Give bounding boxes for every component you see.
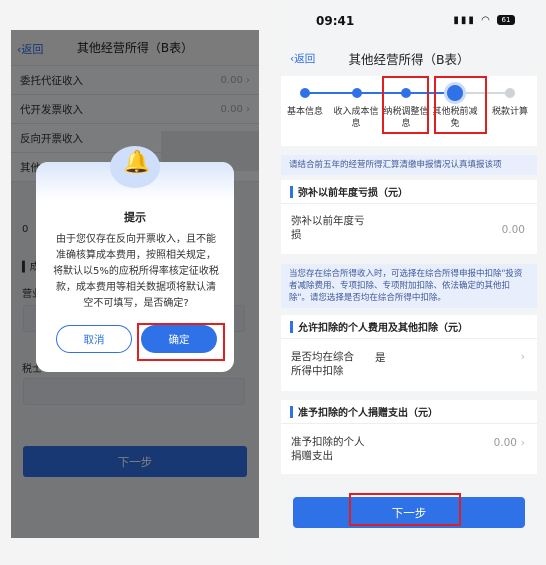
step-dot-3 xyxy=(401,88,411,98)
status-icons: ▮▮▮ ◠ 61 xyxy=(453,15,515,26)
row-deduct-label: 是否均在综合所得中扣除 xyxy=(291,351,354,377)
confirm-dialog: 🔔 提示 由于您仅存在反向开票收入，且不能准确核算成本费用，按照相关规定，将默认… xyxy=(36,146,234,372)
wifi-icon: ◠ xyxy=(481,15,492,26)
row-deduct-in-comprehensive[interactable]: 是否均在综合所得中扣除 是 › xyxy=(281,339,537,391)
right-next-button[interactable]: 下一步 xyxy=(293,497,525,528)
step-label-pretax-reduction[interactable]: 其他税前减免 xyxy=(431,106,479,130)
row-loss-offset-value: 0.00 xyxy=(501,224,525,236)
step-dot-4-current xyxy=(447,85,463,101)
section-loss-offset: 弥补以前年度亏损（元） xyxy=(281,180,537,204)
progress-steps: 基本信息 收入成本信息 纳税调整信息 其他税前减免 税款计算 xyxy=(281,76,537,146)
notice-five-years: 请结合前五年的经营所得汇算清缴申报情况认真填报该项 xyxy=(281,155,537,175)
battery-icon: 61 xyxy=(497,15,515,25)
dialog-message: 由于您仅存在反向开票收入，且不能准确核算成本费用，按照相关规定，将默认以5%的应… xyxy=(53,234,219,309)
step-label-tax-adjust[interactable]: 纳税调整信息 xyxy=(382,106,430,130)
chevron-right-icon: › xyxy=(520,436,525,449)
left-phone-screen: ‹返回 其他经营所得（B表） 委托代征收入 0.00 › 代开发票收入 0.00… xyxy=(11,30,259,538)
row-donation-label: 准予扣除的个人捐赠支出 xyxy=(291,436,365,462)
row-deduct-value: 是 xyxy=(375,352,386,364)
step-label-tax-calc[interactable]: 税款计算 xyxy=(486,106,534,118)
step-label-income-cost[interactable]: 收入成本信息 xyxy=(332,106,380,130)
chevron-right-icon: › xyxy=(520,350,525,363)
status-bar: 09:41 ▮▮▮ ◠ 61 xyxy=(281,0,537,36)
section-donation: 准予扣除的个人捐赠支出（元） xyxy=(281,400,537,424)
step-dot-1 xyxy=(300,88,310,98)
status-time: 09:41 xyxy=(316,14,355,28)
confirm-button[interactable]: 确定 xyxy=(141,325,217,353)
cancel-button[interactable]: 取消 xyxy=(56,325,132,353)
row-donation-value: 0.00 xyxy=(493,437,517,449)
dialog-title: 提示 xyxy=(124,211,146,224)
step-dot-2 xyxy=(352,88,362,98)
signal-icon: ▮▮▮ xyxy=(453,15,476,26)
right-phone-screen: 09:41 ▮▮▮ ◠ 61 ‹返回 其他经营所得（B表） 基本信息 收入成本信… xyxy=(281,0,537,565)
right-page-title: 其他经营所得（B表） xyxy=(348,52,470,67)
row-donation[interactable]: 准予扣除的个人捐赠支出 0.00 › xyxy=(281,424,537,474)
bell-icon: 🔔 xyxy=(106,144,164,192)
step-dot-5 xyxy=(505,88,515,98)
row-loss-offset-label: 弥补以前年度亏损 xyxy=(291,215,365,241)
right-nav-bar: ‹返回 其他经营所得（B表） xyxy=(281,40,537,74)
section-personal-deduction: 允许扣除的个人费用及其他扣除（元） xyxy=(281,315,537,339)
row-loss-offset[interactable]: 弥补以前年度亏损 0.00 xyxy=(281,204,537,254)
notice-comprehensive-income: 当您存在综合所得收入时，可选择在综合所得申报中扣除"投资者减除费用、专项扣除、专… xyxy=(281,264,537,308)
step-label-basic-info[interactable]: 基本信息 xyxy=(281,106,329,118)
